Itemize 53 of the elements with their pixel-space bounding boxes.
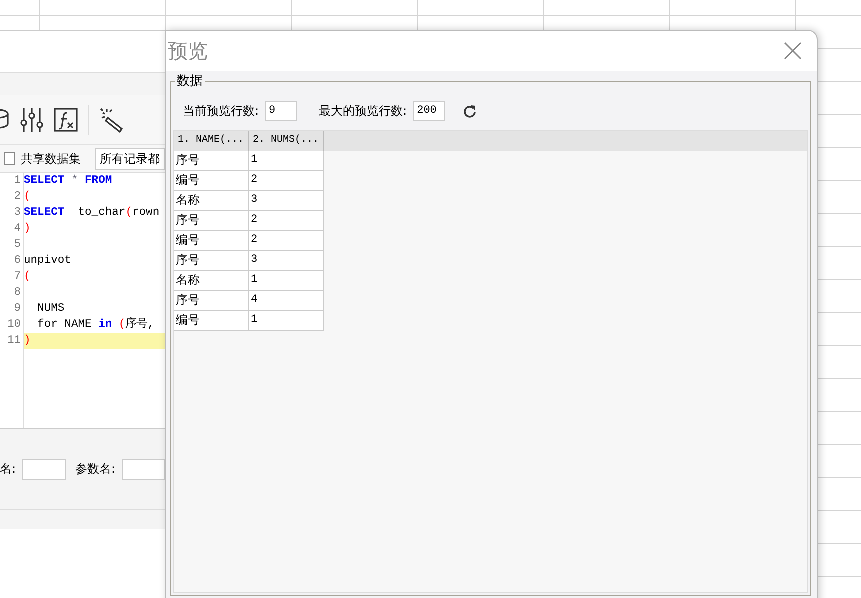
line-number: 3 [13,206,21,221]
table-cell: 2 [249,171,324,191]
table-cell: 1 [249,151,324,171]
code-line: unpivot [24,254,72,269]
table-cell: 2 [249,211,324,231]
code-line: SELECT * FROM [24,174,114,189]
checkbox[interactable] [4,152,15,165]
field-label: 最大的预览行数: [319,103,408,120]
code-line: NUMS [36,302,66,317]
table-cell: 编号 [174,311,249,331]
line-number: 5 [13,238,21,253]
table-cell: 序号 [174,251,249,271]
field-label: 当前预览行数: [183,103,260,120]
code-line: ) [24,222,32,237]
line-number: 7 [13,270,21,285]
line-number: 2 [13,190,21,205]
close-button[interactable] [783,41,803,61]
line-number: 6 [13,254,21,269]
table-cell: 4 [249,291,324,311]
line-number: 9 [13,302,21,317]
function-icon[interactable] [54,108,78,132]
table-cell: 序号 [174,151,249,171]
line-number: 1 [13,174,21,189]
record-dropdown[interactable]: 所有记录都 [95,148,165,170]
table-cell: 编号 [174,231,249,251]
code-line: for NAME in (序号, [36,317,156,333]
code-line: ( [24,190,32,205]
table-cell: 3 [249,251,324,271]
magic-wand-icon[interactable] [99,106,125,132]
line-number: 10 [6,318,21,333]
input-field[interactable]: 200 [413,101,446,121]
table-cell: 名称 [174,271,249,291]
line-number: 8 [13,286,21,301]
table-cell: 序号 [174,211,249,231]
line-number: 4 [13,222,21,237]
table-cell: 2 [249,231,324,251]
input-field[interactable]: 9 [265,101,298,121]
input-field[interactable] [22,458,66,480]
table-cell: 编号 [174,171,249,191]
input-field[interactable] [122,458,165,480]
checkbox-label: 共享数据集 [21,150,81,168]
table-cell: 名称 [174,191,249,211]
field-label: 名: [0,461,16,478]
code-line: SELECT to_char(rown [24,206,161,221]
table-cell: 1 [249,311,324,331]
code-line: ( [24,270,32,285]
line-number: 11 [6,334,21,349]
sliders-icon[interactable] [20,106,44,132]
table-cell: 3 [249,191,324,211]
field-label: 参数名: [76,461,116,478]
dialog-title: 预览 [168,38,208,65]
table-cell: 序号 [174,291,249,311]
table-cell: 1 [249,271,324,291]
